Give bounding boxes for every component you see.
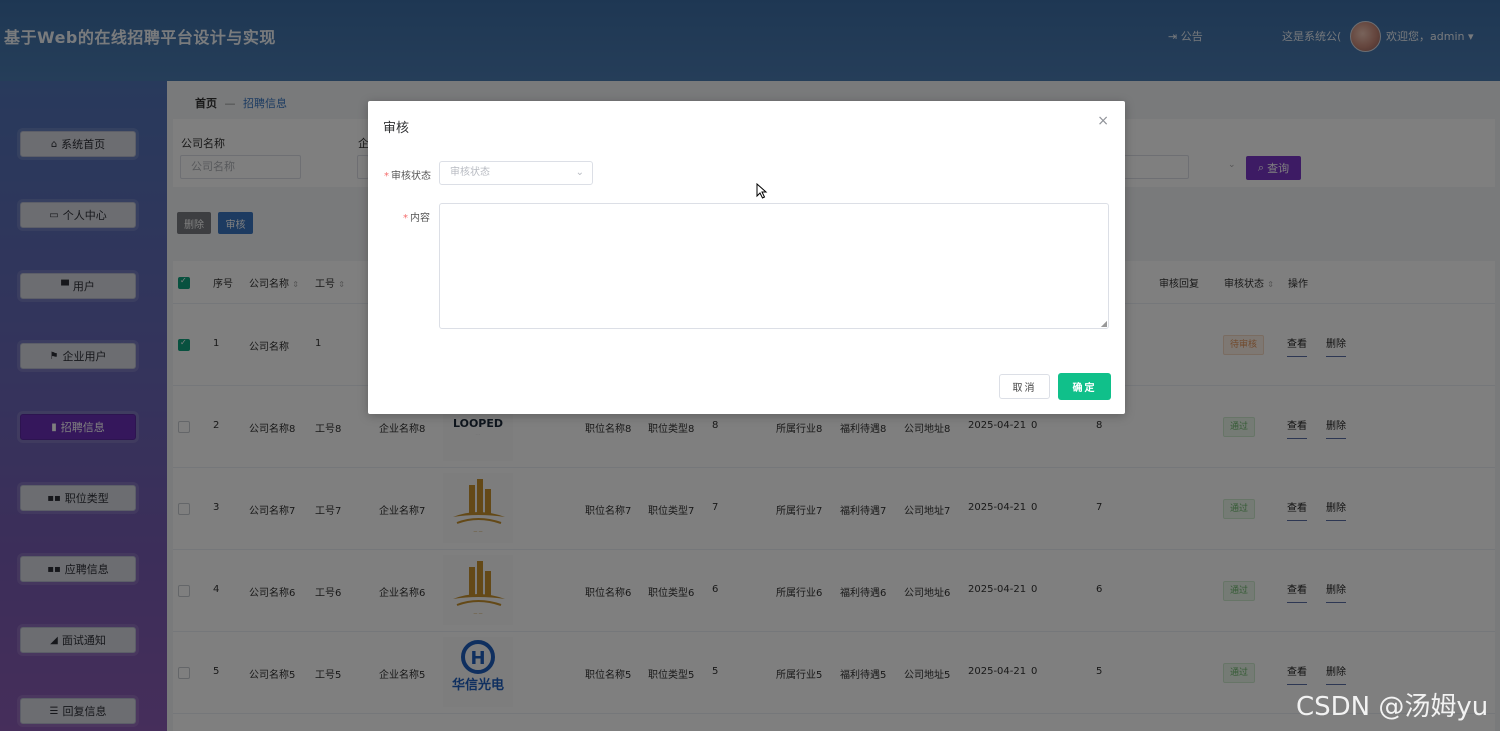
confirm-button[interactable]: 确定 (1058, 373, 1111, 400)
close-icon[interactable]: × (1097, 113, 1109, 129)
content-label: * 内容 (403, 213, 430, 224)
cancel-button[interactable]: 取消 (999, 374, 1050, 399)
audit-status-select[interactable]: 审核状态 ⌄ (439, 161, 593, 185)
dialog-title: 审核 (383, 121, 410, 136)
chevron-down-icon: ⌄ (575, 167, 584, 178)
content-textarea[interactable]: ◢ (439, 203, 1109, 329)
watermark: CSDN @汤姆yu (1296, 692, 1489, 722)
audit-status-label: * 审核状态 (384, 171, 431, 182)
resize-handle-icon[interactable]: ◢ (1101, 319, 1107, 328)
audit-dialog: 审核 × * 审核状态 审核状态 ⌄ * 内容 ◢ 取消 确定 (368, 101, 1125, 414)
mouse-cursor-icon (756, 183, 768, 199)
